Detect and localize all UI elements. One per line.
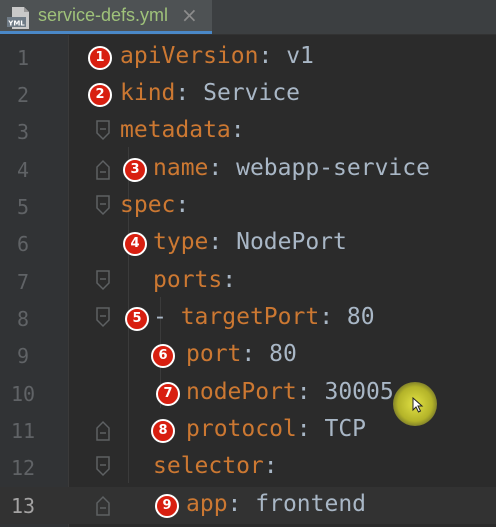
yaml-line: nodePort: 30005 (186, 379, 394, 405)
code-line[interactable]: 2 2 kind: Service (0, 76, 496, 113)
line-number: 11 (10, 419, 36, 443)
fold-icon[interactable] (95, 195, 111, 217)
yaml-line: protocol: TCP (186, 416, 366, 442)
yaml-separator: : (222, 267, 237, 293)
mouse-pointer-icon (412, 397, 424, 413)
code-line[interactable]: 9 6 port: 80 (0, 337, 496, 374)
annotation-badge: 5 (125, 307, 149, 331)
yaml-key: apiVersion (120, 43, 259, 69)
code-line[interactable]: 8 5 - targetPort: 80 (0, 300, 496, 337)
yaml-value: frontend (255, 491, 367, 517)
line-number: 7 (16, 270, 30, 294)
code-line[interactable]: 12 selector: (0, 449, 496, 486)
yaml-separator: : (208, 229, 237, 255)
yaml-key: targetPort (180, 304, 320, 330)
line-number: 10 (10, 382, 36, 406)
code-line[interactable]: 7 ports: (0, 263, 496, 300)
yaml-value: webapp-service (236, 155, 430, 181)
yaml-line: kind: Service (120, 80, 300, 106)
yaml-line: - targetPort: 80 (153, 304, 375, 330)
yaml-line: type: NodePort (153, 229, 347, 255)
yml-file-icon: YML (7, 7, 29, 29)
code-line[interactable]: 6 4 type: NodePort (0, 225, 496, 262)
yaml-separator: : (296, 379, 325, 405)
code-line[interactable]: 1 1 apiVersion: v1 (0, 39, 496, 76)
yaml-separator: : (258, 43, 287, 69)
code-line[interactable]: 3 metadata: (0, 113, 496, 150)
line-number: 1 (16, 46, 30, 70)
yaml-key: protocol (186, 416, 297, 442)
yaml-value: v1 (286, 43, 314, 69)
line-number: 6 (16, 232, 30, 256)
yaml-separator: : (230, 117, 245, 143)
code-line[interactable]: 5 spec: (0, 188, 496, 225)
line-number: 13 (10, 494, 36, 518)
yaml-key: kind (120, 80, 176, 106)
yaml-line: metadata: (120, 117, 245, 143)
yml-icon-text: YML (7, 20, 25, 28)
yaml-line: port: 80 (186, 341, 297, 367)
annotation-badge: 9 (155, 494, 179, 518)
line-number: 4 (16, 158, 30, 182)
fold-icon[interactable] (95, 307, 111, 329)
yaml-value: 80 (269, 341, 297, 367)
yaml-line: name: webapp-service (153, 155, 430, 181)
line-number: 5 (16, 195, 30, 219)
yaml-separator: : (208, 155, 237, 181)
yaml-key: metadata (120, 117, 231, 143)
yaml-separator: : (227, 491, 256, 517)
yaml-value: 80 (346, 304, 375, 330)
annotation-badge: 2 (88, 83, 112, 107)
yaml-list-dash: - (153, 304, 181, 330)
yaml-line: spec: (120, 192, 189, 218)
yaml-key: ports (153, 267, 223, 293)
yaml-key: spec (120, 192, 176, 218)
annotation-badge: 8 (151, 419, 175, 443)
yaml-key: name (153, 155, 209, 181)
yaml-separator: : (241, 341, 270, 367)
fold-icon[interactable] (95, 456, 111, 478)
fold-icon[interactable] (95, 270, 111, 292)
annotation-badge: 3 (123, 158, 147, 182)
yaml-key: port (186, 341, 242, 367)
yaml-line: ports: (153, 267, 236, 293)
close-icon[interactable]: × (181, 3, 198, 27)
code-line[interactable]: 13 9 app: frontend (0, 487, 496, 524)
yaml-key: app (186, 491, 228, 517)
code-line[interactable]: 4 3 name: webapp-service (0, 151, 496, 188)
fold-end-icon[interactable] (95, 158, 111, 180)
annotation-badge: 4 (123, 232, 147, 256)
code-editor[interactable]: 1 1 apiVersion: v1 2 2 kind: Service 3 m… (0, 35, 496, 527)
tab-service-defs[interactable]: YML service-defs.yml × (0, 0, 212, 34)
annotation-badge: 7 (156, 382, 180, 406)
fold-end-icon[interactable] (95, 419, 111, 441)
line-number: 8 (16, 307, 30, 331)
fold-icon[interactable] (95, 120, 111, 142)
annotation-badge: 1 (88, 46, 112, 70)
yaml-line: selector: (153, 453, 278, 479)
yaml-separator: : (175, 192, 190, 218)
editor-tab-bar: YML service-defs.yml × (0, 0, 496, 35)
yaml-key: nodePort (186, 379, 297, 405)
yaml-separator: : (175, 80, 204, 106)
line-number: 3 (16, 120, 30, 144)
fold-end-icon[interactable] (95, 494, 111, 516)
yaml-value: 30005 (324, 379, 394, 405)
annotation-badge: 6 (151, 344, 175, 368)
yaml-value: NodePort (236, 229, 347, 255)
line-number: 2 (16, 83, 30, 107)
yaml-value: TCP (324, 416, 367, 442)
yaml-separator: : (263, 453, 278, 479)
yaml-line: apiVersion: v1 (120, 43, 314, 69)
yaml-key: selector (153, 453, 264, 479)
yaml-line: app: frontend (186, 491, 366, 517)
yaml-key: type (153, 229, 209, 255)
yaml-value: Service (203, 80, 301, 106)
line-number: 12 (10, 456, 36, 480)
yaml-separator: : (319, 304, 347, 330)
line-number: 9 (16, 344, 30, 368)
tab-filename: service-defs.yml (38, 5, 169, 25)
yaml-separator: : (296, 416, 325, 442)
